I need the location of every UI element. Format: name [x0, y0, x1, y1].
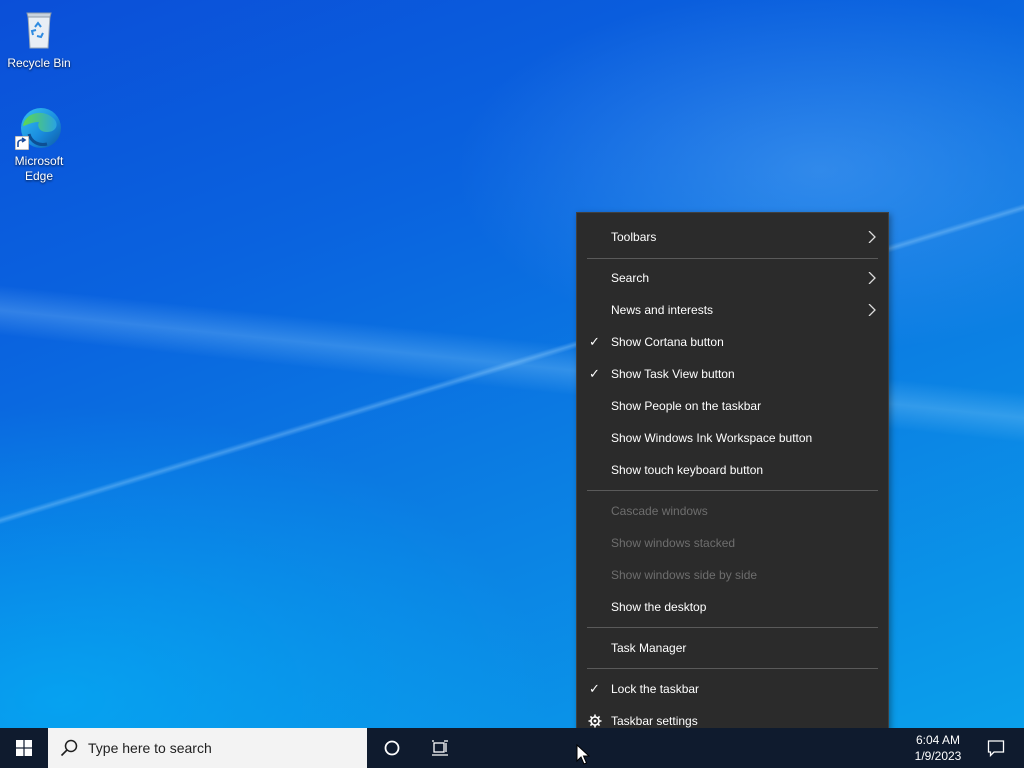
windows-logo-icon — [16, 740, 32, 756]
menu-item-label: Task Manager — [611, 641, 687, 655]
menu-separator — [587, 668, 878, 669]
taskbar-search-box[interactable]: Type here to search — [48, 728, 367, 768]
search-icon — [60, 739, 78, 757]
gear-icon — [588, 714, 602, 728]
menu-item-label: Show Task View button — [611, 367, 735, 381]
menu-item-show-task-view-button[interactable]: ✓ Show Task View button — [577, 359, 888, 389]
checkmark-icon: ✓ — [589, 366, 600, 381]
menu-item-label: Show touch keyboard button — [611, 463, 764, 477]
taskbar[interactable]: Type here to search 6:04 AM 1/9/2023 — [0, 728, 1024, 768]
menu-item-label: Lock the taskbar — [611, 682, 700, 696]
menu-item-label: Show Cortana button — [611, 335, 724, 349]
menu-item-show-the-desktop[interactable]: Show the desktop — [577, 592, 888, 622]
menu-item-label: Search — [611, 271, 650, 285]
task-view-button[interactable] — [416, 728, 464, 768]
menu-item-show-touch-keyboard[interactable]: Show touch keyboard button — [577, 455, 888, 485]
system-clock[interactable]: 6:04 AM 1/9/2023 — [902, 732, 974, 764]
menu-item-lock-the-taskbar[interactable]: ✓ Lock the taskbar — [577, 674, 888, 704]
menu-item-toolbars[interactable]: Toolbars — [577, 222, 888, 252]
menu-separator — [587, 627, 878, 628]
menu-separator — [587, 490, 878, 491]
cortana-circle-icon — [384, 740, 400, 756]
menu-item-show-ink-workspace[interactable]: Show Windows Ink Workspace button — [577, 423, 888, 453]
search-placeholder: Type here to search — [88, 740, 212, 756]
taskbar-context-menu: Toolbars Search News and interests ✓ Sho… — [576, 212, 889, 747]
menu-item-show-windows-side-by-side: Show windows side by side — [577, 560, 888, 590]
menu-item-label: Cascade windows — [611, 504, 708, 518]
checkmark-icon: ✓ — [589, 681, 600, 696]
menu-item-task-manager[interactable]: Task Manager — [577, 633, 888, 663]
menu-item-label: News and interests — [611, 303, 714, 317]
menu-item-label: Show People on the taskbar — [611, 399, 762, 413]
checkmark-icon: ✓ — [589, 334, 600, 349]
menu-item-show-cortana-button[interactable]: ✓ Show Cortana button — [577, 327, 888, 357]
menu-item-label: Show Windows Ink Workspace button — [611, 431, 813, 445]
menu-item-show-people[interactable]: Show People on the taskbar — [577, 391, 888, 421]
menu-item-cascade-windows: Cascade windows — [577, 496, 888, 526]
notification-icon — [987, 740, 1005, 757]
edge-icon — [15, 104, 63, 152]
menu-separator — [587, 258, 878, 259]
menu-item-label: Show the desktop — [611, 600, 707, 614]
chevron-right-icon — [868, 231, 876, 243]
desktop-icon-label: Recycle Bin — [7, 56, 71, 70]
menu-item-news-and-interests[interactable]: News and interests — [577, 295, 888, 325]
desktop-icon-label: Microsoft Edge — [14, 154, 64, 183]
desktop-icon-recycle-bin[interactable]: Recycle Bin — [1, 6, 77, 71]
cortana-button[interactable] — [368, 728, 416, 768]
start-button[interactable] — [0, 728, 48, 768]
clock-date: 1/9/2023 — [914, 749, 962, 763]
desktop-icon-microsoft-edge[interactable]: Microsoft Edge — [1, 104, 77, 184]
menu-item-show-windows-stacked: Show windows stacked — [577, 528, 888, 558]
clock-time: 6:04 AM — [915, 733, 961, 747]
menu-item-label: Show windows stacked — [611, 536, 736, 550]
menu-item-label: Toolbars — [611, 230, 657, 244]
task-view-icon — [432, 740, 448, 756]
action-center-button[interactable] — [976, 728, 1016, 768]
recycle-bin-icon — [15, 6, 63, 54]
chevron-right-icon — [868, 272, 876, 284]
shortcut-arrow-icon — [15, 136, 29, 150]
chevron-right-icon — [868, 304, 876, 316]
menu-item-search[interactable]: Search — [577, 263, 888, 293]
mouse-cursor-icon — [576, 744, 590, 765]
menu-item-label: Show windows side by side — [611, 568, 758, 582]
